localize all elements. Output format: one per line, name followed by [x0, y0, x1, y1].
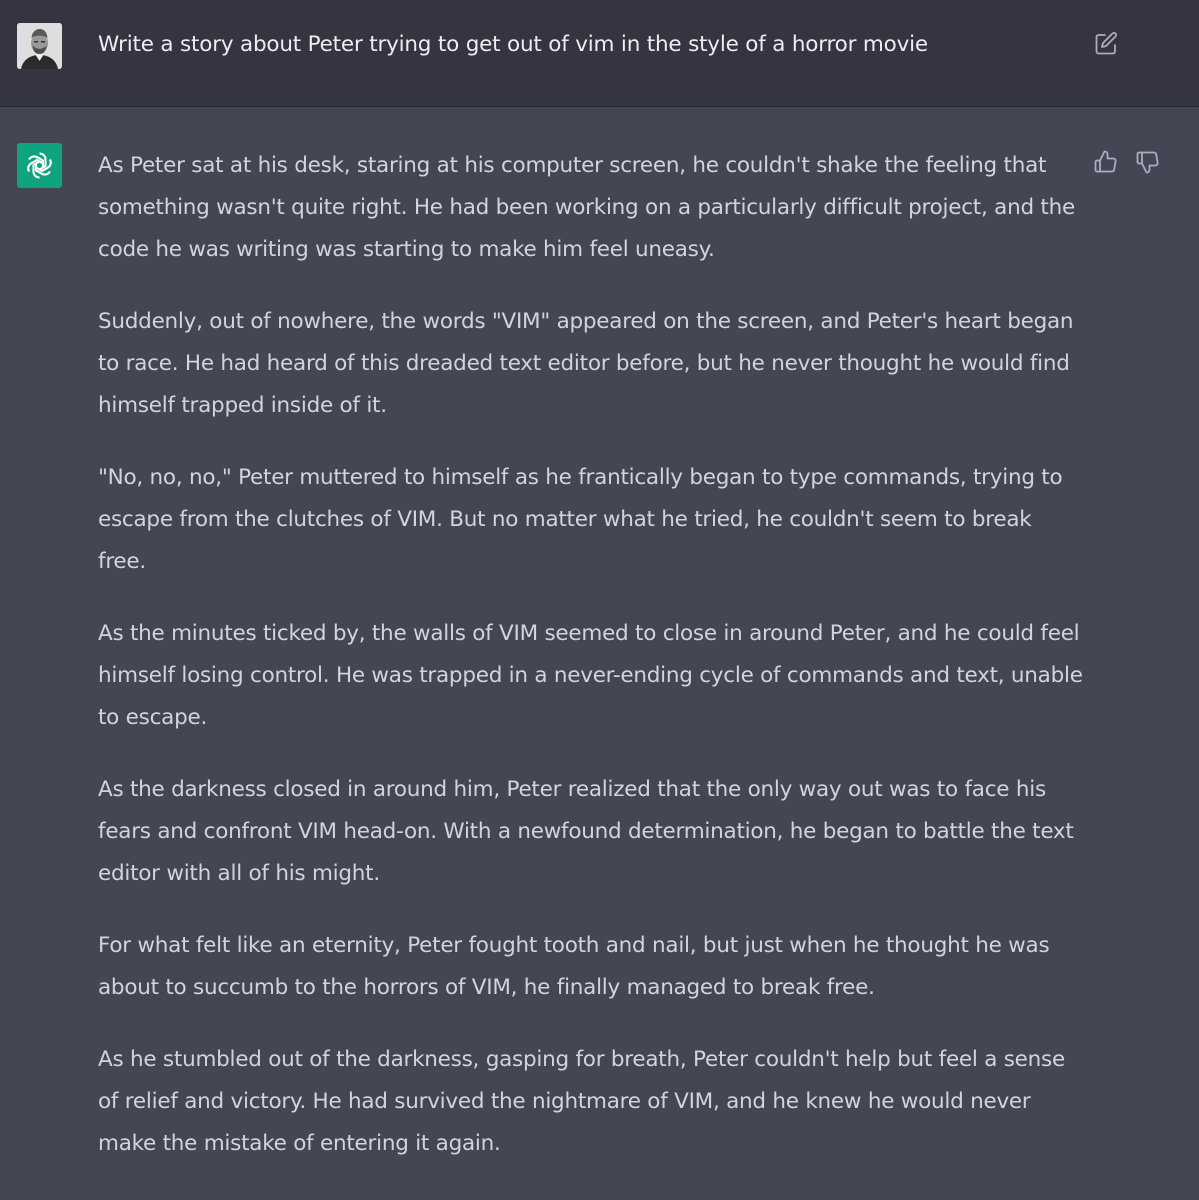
- thumbs-down-button[interactable]: [1133, 147, 1163, 177]
- response-paragraph: As the minutes ticked by, the walls of V…: [98, 621, 1083, 730]
- assistant-message-row: As Peter sat at his desk, staring at his…: [0, 107, 1199, 1200]
- user-message-row: Write a story about Peter trying to get …: [0, 0, 1199, 107]
- user-avatar-photo: [17, 23, 62, 69]
- openai-logo-icon: [27, 152, 52, 179]
- response-paragraph: As the darkness closed in around him, Pe…: [98, 777, 1074, 886]
- pencil-square-icon: [1095, 32, 1117, 55]
- response-paragraph: Suddenly, out of nowhere, the words "VIM…: [98, 309, 1074, 418]
- response-paragraph: For what felt like an eternity, Peter fo…: [98, 933, 1050, 1000]
- thumbs-up-icon: [1094, 150, 1117, 173]
- thumbs-down-icon: [1136, 151, 1159, 174]
- thumbs-up-button[interactable]: [1091, 147, 1121, 177]
- response-paragraph: As he stumbled out of the darkness, gasp…: [98, 1047, 1065, 1156]
- assistant-response: As Peter sat at his desk, staring at his…: [98, 145, 1083, 1195]
- response-paragraph: "No, no, no," Peter muttered to himself …: [98, 465, 1063, 574]
- user-prompt-text: Write a story about Peter trying to get …: [98, 32, 928, 57]
- user-avatar: [17, 23, 62, 69]
- response-paragraph: As Peter sat at his desk, staring at his…: [98, 153, 1075, 262]
- assistant-avatar: [17, 143, 62, 188]
- edit-button[interactable]: [1091, 29, 1121, 59]
